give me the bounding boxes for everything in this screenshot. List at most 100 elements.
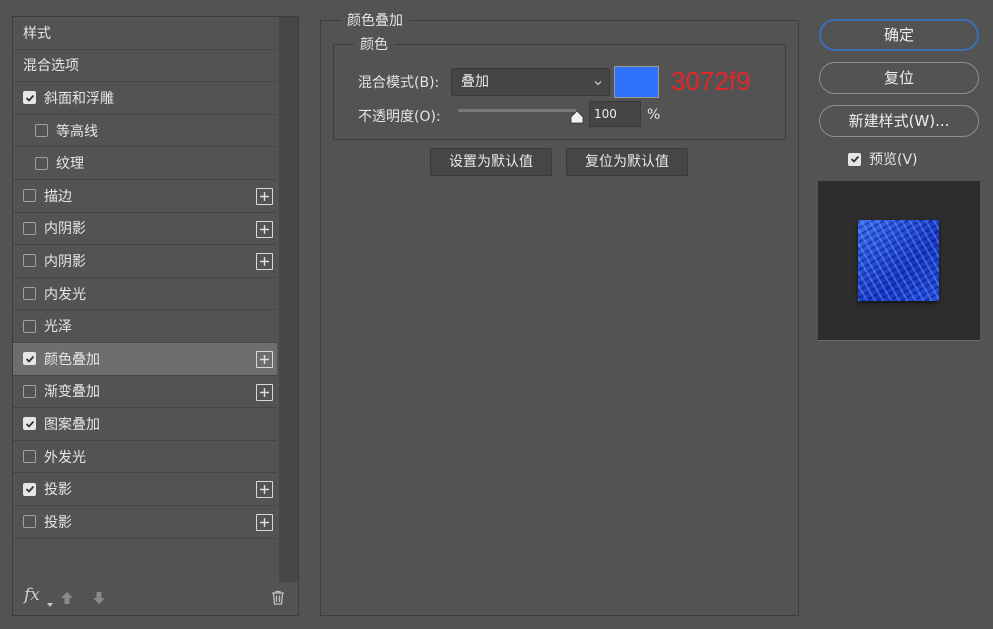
style-item-label: 斜面和浮雕 xyxy=(44,90,114,107)
style-item-label: 内阴影 xyxy=(44,221,86,238)
styles-list-panel: 样式 混合选项 斜面和浮雕 等高线 纹理 描边 内阴影 内阴影 内发光 光泽 颜色叠加 渐变叠加图… xyxy=(12,16,299,616)
style-item-checkbox[interactable] xyxy=(23,319,36,333)
checkmark-icon xyxy=(25,420,34,428)
style-item-checkbox[interactable] xyxy=(23,221,36,235)
plus-icon xyxy=(260,257,269,267)
style-item-label: 外发光 xyxy=(44,449,86,466)
checkmark-icon xyxy=(850,155,859,163)
style-item-checkbox[interactable] xyxy=(23,254,36,268)
plus-icon xyxy=(260,354,269,364)
style-item-label: 描边 xyxy=(44,188,72,205)
hex-annotation: 3072f9 xyxy=(671,66,751,96)
styles-header-label: 样式 xyxy=(23,25,51,42)
color-swatch[interactable] xyxy=(614,66,659,98)
style-item[interactable]: 投影 xyxy=(13,473,277,506)
style-item-label: 光泽 xyxy=(44,319,72,336)
style-item-checkbox[interactable] xyxy=(23,417,36,431)
preview-checkbox[interactable] xyxy=(848,152,861,166)
opacity-unit: % xyxy=(647,107,661,123)
style-item-checkbox[interactable] xyxy=(23,91,36,105)
preview-label: 预览(V) xyxy=(869,152,918,168)
move-up-icon[interactable] xyxy=(60,591,74,605)
style-item-label: 内阴影 xyxy=(44,253,86,270)
opacity-slider-track[interactable] xyxy=(458,109,577,112)
style-item[interactable]: 等高线 xyxy=(13,115,277,148)
style-item-label: 内发光 xyxy=(44,286,86,303)
delete-trash-icon[interactable] xyxy=(271,590,285,605)
style-item[interactable]: 颜色叠加 xyxy=(13,342,277,376)
add-instance-button[interactable] xyxy=(256,220,273,238)
style-item[interactable]: 斜面和浮雕 xyxy=(13,82,277,115)
checkmark-icon xyxy=(25,94,34,102)
style-item-label: 纹理 xyxy=(56,156,84,173)
styles-list: 样式 混合选项 斜面和浮雕 等高线 纹理 描边 内阴影 内阴影 内发光 光泽 颜色叠加 渐变叠加图… xyxy=(13,17,277,539)
ok-button[interactable]: 确定 xyxy=(819,19,979,51)
fx-dropdown-icon xyxy=(47,603,53,607)
style-item-label: 等高线 xyxy=(56,123,98,140)
checkmark-icon xyxy=(25,486,34,493)
add-instance-button[interactable] xyxy=(256,513,273,531)
plus-icon xyxy=(260,224,269,234)
add-instance-button[interactable] xyxy=(256,253,273,271)
add-instance-button[interactable] xyxy=(256,187,273,205)
color-overlay-title: 颜色叠加 xyxy=(341,10,409,30)
style-item-label: 投影 xyxy=(44,514,72,531)
checkmark-icon xyxy=(25,355,34,363)
styles-scrollbar[interactable] xyxy=(279,17,298,582)
style-item-checkbox[interactable] xyxy=(23,384,36,398)
add-instance-button[interactable] xyxy=(256,481,273,499)
layer-style-dialog: 样式 混合选项 斜面和浮雕 等高线 纹理 描边 内阴影 内阴影 内发光 光泽 颜色叠加 渐变叠加图… xyxy=(0,0,993,629)
style-item[interactable]: 内阴影 xyxy=(13,213,277,246)
style-item-checkbox[interactable] xyxy=(35,124,48,138)
style-item[interactable]: 内发光 xyxy=(13,278,277,311)
style-item-label: 颜色叠加 xyxy=(44,351,100,368)
reset-default-button[interactable]: 复位为默认值 xyxy=(566,148,688,176)
style-preview xyxy=(818,181,980,341)
plus-icon xyxy=(260,191,269,201)
style-item-checkbox[interactable] xyxy=(23,352,36,366)
blend-options-item[interactable]: 混合选项 xyxy=(13,50,277,83)
color-group-title: 颜色 xyxy=(354,34,394,54)
plus-icon xyxy=(260,387,269,397)
styles-header[interactable]: 样式 xyxy=(13,17,277,50)
opacity-slider-thumb[interactable] xyxy=(570,110,584,124)
new-style-button[interactable]: 新建样式(W)... xyxy=(819,105,979,137)
style-item[interactable]: 光泽 xyxy=(13,310,277,343)
move-down-icon[interactable] xyxy=(92,591,106,605)
opacity-label: 不透明度(O): xyxy=(358,109,441,125)
style-item[interactable]: 纹理 xyxy=(13,147,277,180)
color-overlay-panel: 颜色叠加 颜色 混合模式(B): 叠加 3072f9 不透明度(O): 100 … xyxy=(320,10,799,616)
style-item-checkbox[interactable] xyxy=(35,156,48,170)
style-item-checkbox[interactable] xyxy=(23,450,36,464)
style-item-label: 渐变叠加 xyxy=(44,384,100,401)
style-item-label: 图案叠加 xyxy=(44,416,100,433)
style-item[interactable]: 图案叠加 xyxy=(13,408,277,441)
style-item-label: 投影 xyxy=(44,482,72,499)
style-item[interactable]: 描边 xyxy=(13,180,277,213)
blend-mode-label: 混合模式(B): xyxy=(358,75,440,91)
style-item[interactable]: 渐变叠加 xyxy=(13,376,277,409)
style-item-checkbox[interactable] xyxy=(23,287,36,301)
preview-toggle[interactable]: 预览(V) xyxy=(848,149,918,169)
add-instance-button[interactable] xyxy=(256,383,273,401)
opacity-input[interactable]: 100 xyxy=(589,101,641,127)
chevron-down-icon xyxy=(594,81,602,86)
style-item[interactable]: 投影 xyxy=(13,506,277,539)
fx-icon[interactable]: fx xyxy=(24,585,40,605)
style-item-checkbox[interactable] xyxy=(23,482,36,496)
style-item-checkbox[interactable] xyxy=(23,189,36,203)
add-instance-button[interactable] xyxy=(256,350,273,368)
reset-button[interactable]: 复位 xyxy=(819,62,979,94)
set-default-button[interactable]: 设置为默认值 xyxy=(430,148,552,176)
color-group: 颜色 混合模式(B): 叠加 3072f9 不透明度(O): 100 % xyxy=(333,34,786,140)
preview-thumbnail xyxy=(858,220,939,301)
plus-icon xyxy=(260,517,269,527)
blend-mode-value: 叠加 xyxy=(461,74,489,90)
style-item-checkbox[interactable] xyxy=(23,515,36,529)
blend-options-label: 混合选项 xyxy=(23,58,79,75)
style-item[interactable]: 外发光 xyxy=(13,441,277,474)
plus-icon xyxy=(260,485,269,495)
style-item[interactable]: 内阴影 xyxy=(13,245,277,278)
blend-mode-select[interactable]: 叠加 xyxy=(451,68,610,96)
styles-bottom-toolbar: fx xyxy=(13,581,298,615)
